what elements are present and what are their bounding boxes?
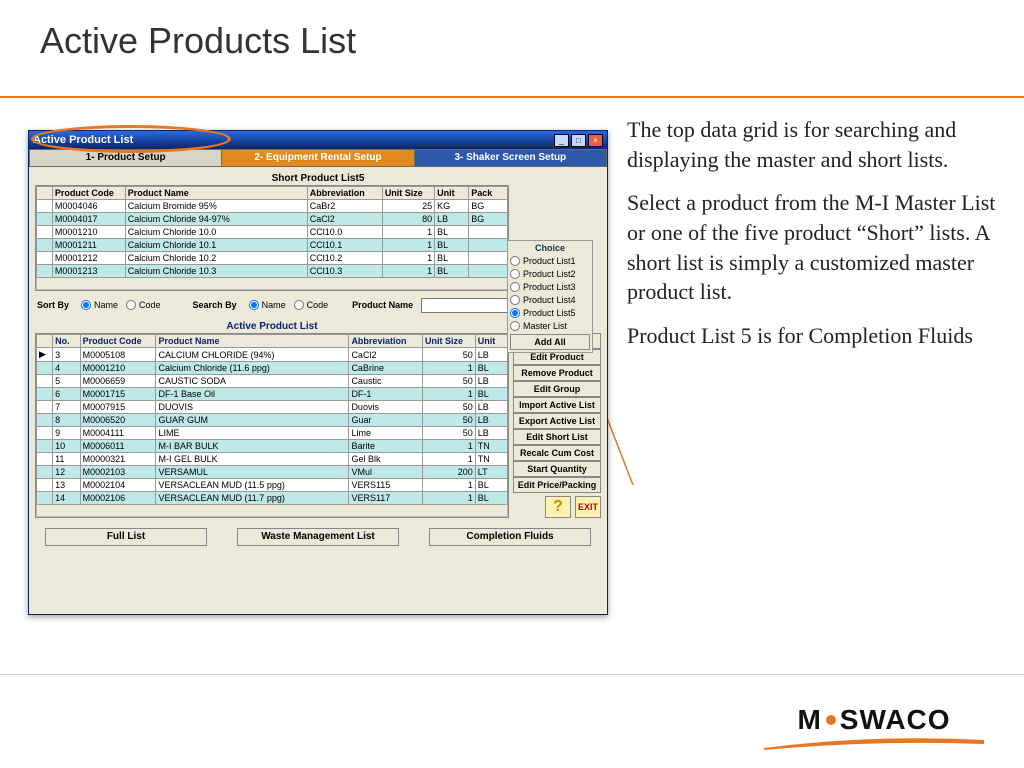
col-no[interactable]: No. <box>53 335 81 348</box>
search-code-radio[interactable] <box>294 300 304 310</box>
scrollbar-horizontal-2[interactable] <box>36 505 508 517</box>
active-list-title: Active Product List <box>35 319 509 333</box>
col-pack[interactable]: Pack <box>469 187 508 200</box>
table-row[interactable]: 12M0002103VERSAMULVMul200LT <box>37 466 508 479</box>
completion-fluids-button[interactable]: Completion Fluids <box>429 528 591 546</box>
col-unit2[interactable]: Unit <box>475 335 507 348</box>
table-row[interactable]: 8M0006520GUAR GUMGuar50LB <box>37 414 508 427</box>
edit-group-button[interactable]: Edit Group <box>513 381 601 397</box>
col-unit-size[interactable]: Unit Size <box>382 187 434 200</box>
sort-by-label: Sort By <box>37 300 69 310</box>
col-product-code2[interactable]: Product Code <box>80 335 156 348</box>
choice-product-list4[interactable]: Product List4 <box>510 293 590 306</box>
choice-product-list2[interactable]: Product List2 <box>510 267 590 280</box>
active-list-grid[interactable]: No. Product Code Product Name Abbreviati… <box>36 334 508 505</box>
choice-product-list3[interactable]: Product List3 <box>510 280 590 293</box>
tab-shaker-screen[interactable]: 3- Shaker Screen Setup <box>415 149 607 167</box>
recalc-cum-cost-button[interactable]: Recalc Cum Cost <box>513 445 601 461</box>
start-quantity-button[interactable]: Start Quantity <box>513 461 601 477</box>
bottom-buttons: Full List Waste Management List Completi… <box>35 528 601 552</box>
table-row[interactable]: 4M0001210Calcium Chloride (11.6 ppg)CaBr… <box>37 362 508 375</box>
remove-product-button[interactable]: Remove Product <box>513 365 601 381</box>
tab-product-setup[interactable]: 1- Product Setup <box>29 149 222 167</box>
choice-product-list1[interactable]: Product List1 <box>510 254 590 267</box>
waste-mgmt-button[interactable]: Waste Management List <box>237 528 399 546</box>
col-unit[interactable]: Unit <box>435 187 469 200</box>
table-row[interactable]: 10M0006011M-I BAR BULKBarite1TN <box>37 440 508 453</box>
table-row[interactable]: 7M0007915DUOVISDuovis50LB <box>37 401 508 414</box>
table-row[interactable]: M0001212Calcium Chloride 10.2CCl10.21BL <box>37 252 508 265</box>
table-row[interactable]: M0001213Calcium Chloride 10.3CCl10.31BL <box>37 265 508 278</box>
exit-icon[interactable]: EXIT <box>575 496 601 518</box>
choice-title: Choice <box>510 243 590 253</box>
table-row[interactable]: M0001211Calcium Chloride 10.1CCl10.11BL <box>37 239 508 252</box>
col-product-name2[interactable]: Product Name <box>156 335 349 348</box>
brand-logo: MSWACO <box>764 704 984 750</box>
choice-master-list[interactable]: Master List <box>510 319 590 332</box>
col-abbrev2[interactable]: Abbreviation <box>349 335 423 348</box>
scrollbar-horizontal[interactable] <box>36 278 508 290</box>
window-title: Active Product List <box>33 134 552 146</box>
sort-name-radio[interactable] <box>81 300 91 310</box>
choice-product-list5[interactable]: Product List5 <box>510 306 590 319</box>
page-title: Active Products List <box>40 20 356 62</box>
window-titlebar: Active Product List _ □ × <box>29 131 607 149</box>
col-unit-size2[interactable]: Unit Size <box>422 335 475 348</box>
edit-price-packing-button[interactable]: Edit Price/Packing <box>513 477 601 493</box>
table-row[interactable]: 5M0006659CAUSTIC SODACaustic50LB <box>37 375 508 388</box>
table-row[interactable]: M0004017Calcium Chloride 94-97%CaCl280LB… <box>37 213 508 226</box>
choice-panel: Choice Product List1 Product List2 Produ… <box>507 240 593 353</box>
add-all-button[interactable]: Add All <box>510 334 590 350</box>
explanation-text: The top data grid is for searching and d… <box>627 115 997 365</box>
minimize-icon[interactable]: _ <box>554 134 569 147</box>
table-row[interactable]: 13M0002104VERSACLEAN MUD (11.5 ppg)VERS1… <box>37 479 508 492</box>
sort-code-radio[interactable] <box>126 300 136 310</box>
swoosh-icon <box>764 738 984 750</box>
export-active-list-button[interactable]: Export Active List <box>513 413 601 429</box>
search-by-label: Search By <box>193 300 237 310</box>
dot-icon <box>826 715 836 725</box>
tab-equipment-rental[interactable]: 2- Equipment Rental Setup <box>222 149 414 167</box>
short-list-grid[interactable]: Product Code Product Name Abbreviation U… <box>36 186 508 278</box>
app-window: Active Product List _ □ × 1- Product Set… <box>28 130 608 615</box>
table-row[interactable]: ▶3M0005108CALCIUM CHLORIDE (94%)CaCl250L… <box>37 348 508 362</box>
table-row[interactable]: M0001210Calcium Chloride 10.0CCl10.01BL <box>37 226 508 239</box>
tab-bar: 1- Product Setup 2- Equipment Rental Set… <box>29 149 607 167</box>
table-row[interactable]: 14M0002106VERSACLEAN MUD (11.7 ppg)VERS1… <box>37 492 508 505</box>
close-icon[interactable]: × <box>588 134 603 147</box>
divider-top <box>0 96 1024 98</box>
table-row[interactable]: 11M0000321M-I GEL BULKGel Blk1TN <box>37 453 508 466</box>
maximize-icon[interactable]: □ <box>571 134 586 147</box>
product-name-label: Product Name <box>352 300 413 310</box>
edit-short-list-button[interactable]: Edit Short List <box>513 429 601 445</box>
help-icon[interactable]: ? <box>545 496 571 518</box>
table-row[interactable]: M0004046Calcium Bromide 95%CaBr225KGBG <box>37 200 508 213</box>
search-name-radio[interactable] <box>249 300 259 310</box>
col-abbrev[interactable]: Abbreviation <box>307 187 382 200</box>
full-list-button[interactable]: Full List <box>45 528 207 546</box>
col-product-name[interactable]: Product Name <box>125 187 307 200</box>
import-active-list-button[interactable]: Import Active List <box>513 397 601 413</box>
table-row[interactable]: 9M0004111LIMELime50LB <box>37 427 508 440</box>
divider-bottom <box>0 674 1024 675</box>
short-list-title: Short Product List5 <box>35 171 601 185</box>
col-product-code[interactable]: Product Code <box>52 187 125 200</box>
table-row[interactable]: 6M0001715DF-1 Base OilDF-11BL <box>37 388 508 401</box>
